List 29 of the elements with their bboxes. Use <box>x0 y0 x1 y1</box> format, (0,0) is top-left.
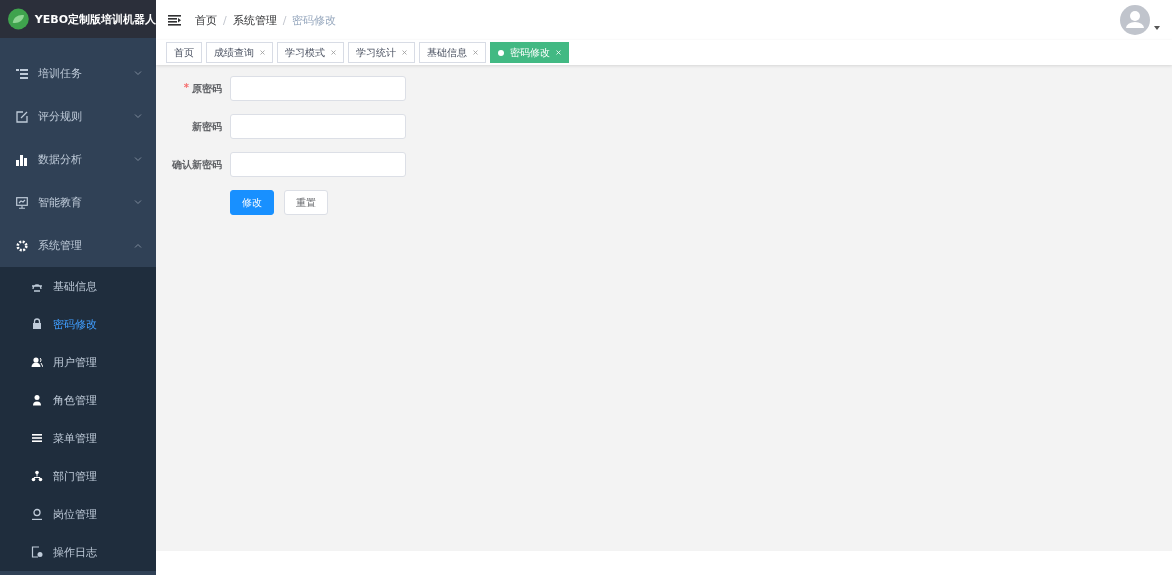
tab[interactable]: 基础信息 <box>419 42 486 63</box>
sidebar-subitem[interactable]: 密码修改 <box>0 305 156 343</box>
breadcrumb-separator: / <box>223 13 227 27</box>
sidebar-item[interactable]: 培训任务 <box>0 52 156 95</box>
app-title: YEBO定制版培训机器人 <box>34 11 156 27</box>
tab[interactable]: 学习统计 <box>348 42 415 63</box>
sidebar-item[interactable]: 系统管理 <box>0 224 156 267</box>
sidebar-subitem[interactable]: 部门管理 <box>0 457 156 495</box>
tab[interactable]: 首页 <box>166 42 202 63</box>
field-label: 原密码 <box>192 81 222 96</box>
sidebar-item[interactable]: 智能教育 <box>0 181 156 224</box>
sidebar-item[interactable]: 数据分析 <box>0 138 156 181</box>
breadcrumb-item[interactable]: 系统管理 <box>232 12 277 28</box>
sidebar-subitem[interactable]: 岗位管理 <box>0 495 156 533</box>
field-label: 新密码 <box>192 119 222 134</box>
sidebar-subitem[interactable]: 菜单管理 <box>0 419 156 457</box>
tab[interactable]: 成绩查询 <box>206 42 273 63</box>
sidebar-subitem[interactable]: 角色管理 <box>0 381 156 419</box>
sidebar-subitem[interactable]: 基础信息 <box>0 267 156 305</box>
breadcrumb-item: 密码修改 <box>292 12 337 28</box>
sidebar-subitem[interactable]: 用户管理 <box>0 343 156 381</box>
tab[interactable]: 学习模式 <box>277 42 344 63</box>
breadcrumb-item[interactable]: 首页 <box>195 12 217 28</box>
required-mark: * <box>183 81 189 95</box>
sidebar-item[interactable]: 评分规则 <box>0 95 156 138</box>
breadcrumb-separator: / <box>282 13 287 27</box>
field-label: 确认新密码 <box>172 157 222 172</box>
sidebar-subitem[interactable]: 操作日志 <box>0 533 156 571</box>
reset-button[interactable]: 重置 <box>284 190 328 215</box>
